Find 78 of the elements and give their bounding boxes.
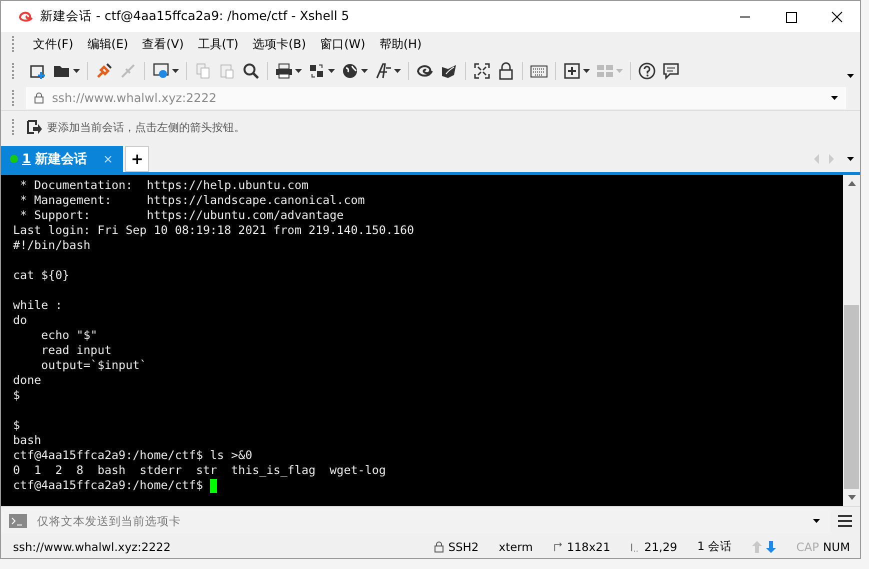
tab-number: 1: [22, 152, 32, 166]
scrollbar-thumb[interactable]: [844, 304, 859, 489]
terminal-line: * Management: https://landscape.canonical.com: [19, 193, 365, 208]
menu-item[interactable]: 文件(F): [26, 36, 80, 52]
terminal-line: #!/bin/bash: [13, 238, 90, 253]
menu-icon[interactable]: [838, 515, 852, 527]
caret-icon: [616, 69, 623, 73]
caret-icon: [831, 96, 838, 100]
scrollbar[interactable]: [843, 175, 860, 506]
transfer-icon: [308, 62, 326, 80]
terminal-line: do: [13, 313, 28, 328]
status-terminal-type: xterm: [498, 540, 533, 554]
num-lock-indicator: NUM: [823, 540, 850, 554]
terminal-icon: [9, 514, 27, 528]
menu-item[interactable]: 编辑(E): [80, 36, 136, 52]
terminal-line: 0 1 2 8 bash stderr str this_is_flag wget-log: [13, 463, 386, 478]
tab-label: 新建会话: [35, 150, 88, 168]
lock-icon: [497, 62, 515, 80]
menu-item[interactable]: 帮助(H): [372, 36, 429, 52]
chat-icon: [662, 62, 680, 80]
cursor-position-icon: [630, 540, 640, 552]
hint-text: 要添加当前会话，点击左侧的箭头按钮。: [47, 120, 245, 134]
disconnect-icon: [119, 62, 137, 80]
status-address: ssh://www.whalwl.xyz:2222: [13, 540, 171, 554]
lock-icon: [34, 92, 44, 104]
caret-icon: [361, 69, 368, 73]
menu-item[interactable]: 窗口(W): [313, 36, 372, 52]
terminal-line: done: [13, 373, 42, 388]
terminal-line: bash: [13, 433, 42, 448]
connect-icon: [95, 62, 113, 80]
menu-item[interactable]: 选项卡(B): [246, 36, 314, 52]
window-title: 新建会话 - ctf@4aa15ffca2a9: /home/ctf - Xshell 5: [40, 8, 350, 25]
font-icon: [374, 62, 392, 80]
paste-icon: [218, 62, 236, 80]
add-icon: [563, 62, 581, 80]
scroll-down-arrow-icon[interactable]: [848, 495, 856, 500]
terminal-line: output=`$input`: [40, 358, 147, 373]
help-icon: [638, 62, 656, 80]
terminal-line: while :: [13, 298, 62, 313]
terminal-line: ctf@4aa15ffca2a9:/home/ctf$ ls >&0: [13, 448, 252, 463]
terminal-line: $: [13, 418, 20, 433]
scroll-up-arrow-icon[interactable]: [848, 181, 856, 186]
caret-icon: [583, 69, 590, 73]
terminal-line: Last login: Fri Sep 10 08:19:18 2021 from 219.140.150.160: [13, 223, 414, 238]
terminal-line: read input: [40, 343, 112, 358]
menu-item[interactable]: 查看(V): [135, 36, 191, 52]
terminal-line: ctf@4aa15ffca2a9:/home/ctf$: [13, 478, 204, 493]
status-size: 118x21: [566, 540, 610, 554]
caret-icon: [172, 69, 179, 73]
caret-icon: [328, 69, 335, 73]
search-icon: [242, 62, 260, 80]
terminal-line: echo "$": [40, 328, 98, 343]
terminal-line: cat ${0}: [13, 268, 70, 283]
fullscreen-icon: [473, 62, 491, 80]
shell-logo-icon: [18, 8, 34, 24]
new-tab-button[interactable]: +: [125, 146, 150, 172]
add-session-arrow-icon[interactable]: [26, 119, 42, 135]
terminal-line: $: [13, 388, 20, 403]
terminal-line: * Support: https://ubuntu.com/advantage: [19, 208, 344, 223]
caret-icon[interactable]: [847, 74, 854, 78]
caret-icon: [394, 69, 401, 73]
status-protocol: SSH2: [448, 540, 479, 554]
print-icon: [275, 62, 293, 80]
caret-icon[interactable]: [847, 157, 854, 161]
caps-lock-indicator: CAP: [796, 540, 820, 554]
layout-icon: [596, 62, 614, 80]
status-cursor-position: 21,29: [644, 540, 678, 554]
status-sessions: 1 会话: [697, 539, 732, 554]
caret-icon: [295, 69, 302, 73]
menu-item[interactable]: 工具(T): [190, 36, 246, 52]
caret-icon: [813, 519, 820, 523]
compose-field[interactable]: 仅将文本发送到当前选项卡: [35, 513, 805, 529]
terminal-line: * Documentation: https://help.ubuntu.com: [19, 178, 309, 193]
resize-arrow-icon: [552, 540, 563, 552]
caret-icon: [73, 69, 80, 73]
session-tab[interactable]: 1 新建会话 ×: [1, 146, 124, 172]
copy-icon: [194, 62, 212, 80]
lock-icon: [434, 540, 444, 552]
